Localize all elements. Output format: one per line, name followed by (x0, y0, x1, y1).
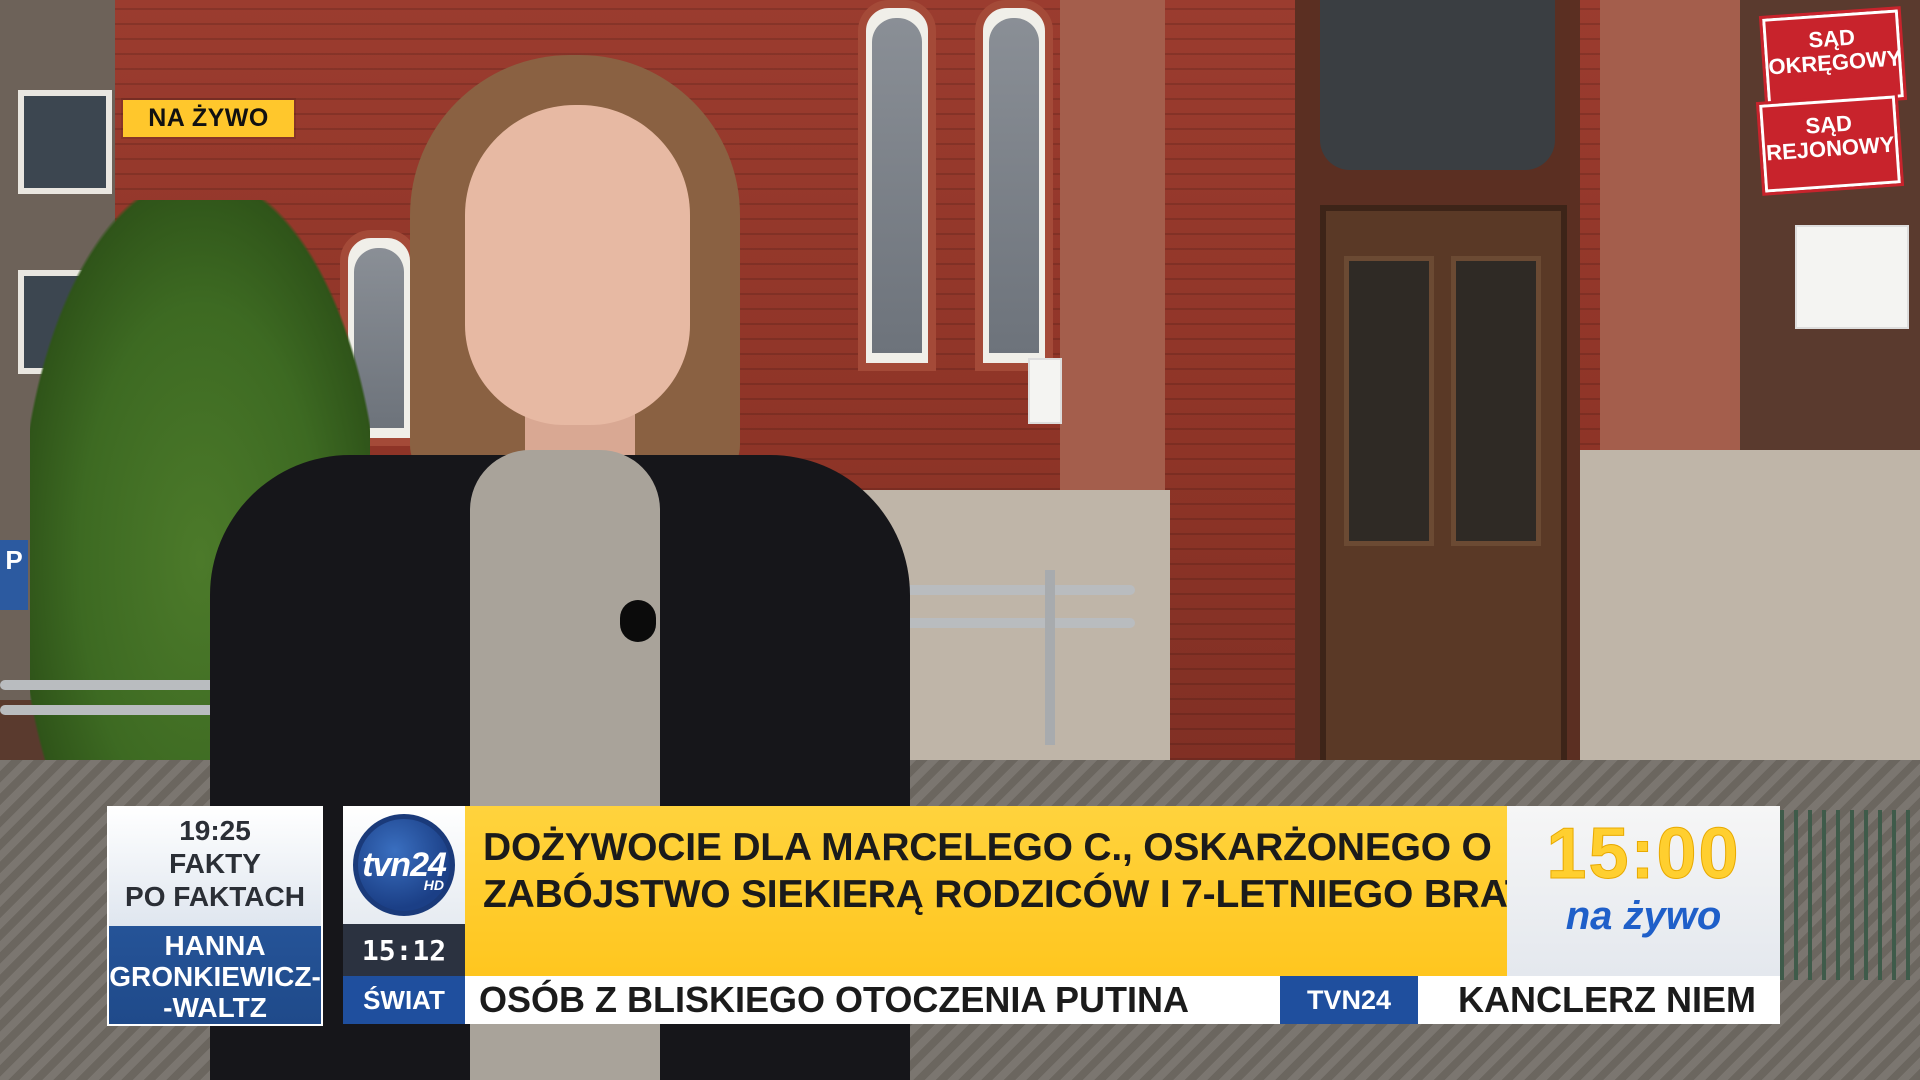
arched-window (975, 0, 1053, 371)
handrail-post (1045, 570, 1055, 745)
promo-guest: HANNA GRONKIEWICZ- -WALTZ (109, 926, 321, 1024)
court-sign-regional: SĄD REJONOWY (1755, 92, 1905, 196)
handrail (0, 705, 230, 715)
lavalier-microphone (620, 600, 656, 642)
door-pane (1451, 256, 1541, 546)
upcoming-program-promo: 19:25 FAKTY PO FAKTACH HANNA GRONKIEWICZ… (107, 806, 323, 1026)
parking-sign: P (0, 540, 28, 610)
promo-program-line2: PO FAKTACH (125, 881, 305, 912)
promo-time: 19:25 (179, 815, 251, 846)
news-ticker: ŚWIAT OSÓB Z BLISKIEGO OTOCZENIA PUTINA … (343, 976, 1780, 1024)
next-up-label: na żywo (1565, 894, 1722, 938)
on-air-clock: 15:12 (343, 924, 465, 976)
handrail (0, 680, 230, 690)
promo-guest-line2: GRONKIEWICZ- (109, 961, 321, 992)
promo-guest-line3: -WALTZ (163, 992, 267, 1023)
headline-line1: DOŻYWOCIE DLA MARCELEGO C., OSKARŻONEGO … (483, 826, 1492, 869)
reporter-face (465, 105, 690, 425)
green-fence (1780, 810, 1920, 980)
stone-base (1555, 450, 1920, 810)
stone-pillar (1060, 0, 1165, 520)
logo-hd: HD (423, 877, 444, 893)
ticker-category: ŚWIAT (343, 976, 465, 1024)
next-up-box: 15:00 na żywo (1507, 806, 1780, 976)
promo-program-line1: FAKTY (169, 848, 261, 879)
next-up-time: 15:00 (1546, 814, 1741, 894)
promo-guest-line1: HANNA (164, 930, 266, 961)
headline-bar: DOŻYWOCIE DLA MARCELEGO C., OSKARŻONEGO … (465, 806, 1554, 976)
court-sign-district: SĄD OKRĘGOWY (1758, 6, 1908, 110)
fanlight-window (1320, 0, 1555, 170)
channel-logo-box: tvn24 HD (343, 806, 465, 924)
live-badge: NA ŻYWO (123, 100, 294, 137)
door-pane (1344, 256, 1434, 546)
ticker-brand: TVN24 (1280, 976, 1418, 1024)
ticker-item: OSÓB Z BLISKIEGO OTOCZENIA PUTINA (479, 979, 1190, 1020)
stone-pillar (1600, 0, 1740, 520)
no-smoking-sign-small (1028, 358, 1062, 424)
promo-program: 19:25 FAKTY PO FAKTACH (109, 808, 321, 926)
wooden-door (1320, 205, 1567, 782)
ticker-item: KANCLERZ NIEM (1458, 979, 1756, 1020)
headline-line2: ZABÓJSTWO SIEKIERĄ RODZICÓW I 7-LETNIEGO… (483, 873, 1554, 916)
no-smoking-sign (1795, 225, 1909, 329)
tvn24-logo-icon: tvn24 HD (353, 814, 455, 916)
building-window (18, 90, 112, 194)
